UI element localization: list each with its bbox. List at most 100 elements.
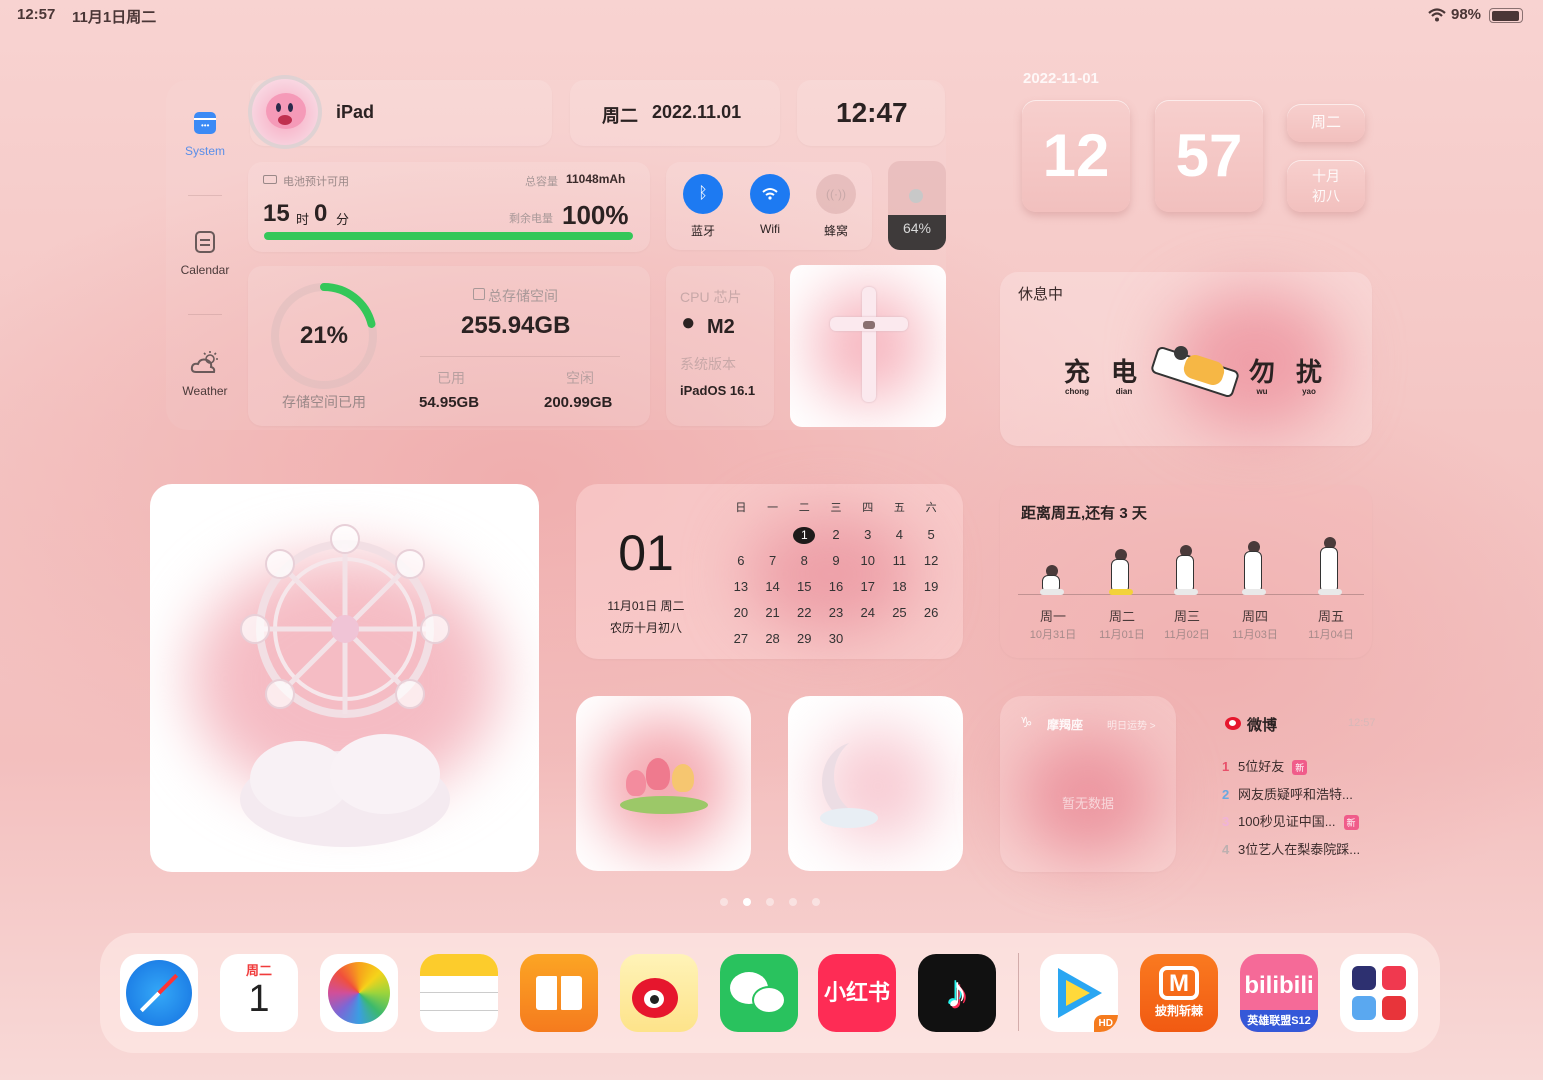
calendar-day[interactable]: 22 [788,604,820,621]
calendar-day[interactable]: 11 [884,552,916,569]
calendar-day[interactable]: 28 [757,630,789,647]
tulip-photo-widget[interactable] [576,696,751,871]
calendar-day[interactable]: 2 [820,526,852,543]
calendar-day[interactable]: 16 [820,578,852,595]
battery-remaining: 100% [562,200,629,230]
calendar-day[interactable]: 5 [915,526,947,543]
calendar-day[interactable]: 30 [820,630,852,647]
calendar-day[interactable]: 6 [725,552,757,569]
calendar-weekday-header: 二 [798,502,810,514]
brightness-slider[interactable]: 64% [888,161,946,250]
calendar-day[interactable]: 17 [852,578,884,595]
wifi-toggle[interactable] [750,174,790,214]
xiaohongshu-label: 小红书 [823,980,890,1005]
dock-app-weibo[interactable] [620,954,698,1032]
bluetooth-toggle[interactable]: ᛒ [683,174,723,214]
dock-app-tencent-video[interactable]: HD [1040,954,1118,1032]
cross-photo-widget[interactable] [790,265,946,427]
wifi-status-icon [1428,8,1446,22]
countdown-weekday: 周一 [1039,609,1066,624]
dock-app-mango-tv[interactable]: M 披荆斩棘 [1140,954,1218,1032]
weibo-hot-item[interactable]: 4 3位艺人在梨泰院踩... [1222,839,1360,858]
device-weekday: 周二 [602,106,638,126]
dock-app-notes[interactable] [420,954,498,1032]
calendar-day[interactable]: 18 [884,578,916,595]
moon-photo-widget[interactable] [788,696,963,871]
dock-app-folder[interactable] [1340,954,1418,1032]
calendar-weekday-header: 四 [862,502,874,514]
calendar-day[interactable]: 9 [820,552,852,569]
rest-char: 勿 [1248,357,1275,387]
calendar-day[interactable]: 29 [788,630,820,647]
calendar-day[interactable]: 25 [884,604,916,621]
page-dot[interactable] [789,898,797,906]
weibo-hot-item[interactable]: 1 5位好友新 [1222,756,1308,776]
dock-app-tiktok[interactable]: ♪ [918,954,996,1032]
flip-clock-hour: 12 [1022,100,1130,212]
weibo-hot-item[interactable]: 3 100秒见证中国... 新 [1222,811,1359,831]
cellular-icon: ((·)) [826,187,846,201]
page-dot[interactable] [743,898,751,906]
flip-clock-minute: 57 [1155,100,1263,212]
weibo-rank: 3 [1222,814,1230,829]
calendar-day[interactable]: 27 [725,630,757,647]
calendar-day[interactable]: 24 [852,604,884,621]
lunar-day: 初八 [1312,188,1340,204]
calendar-day[interactable]: 20 [725,604,757,621]
calendar-day[interactable]: 7 [757,552,789,569]
calendar-day[interactable]: 3 [852,526,884,543]
battery-capacity: 11048mAh [566,172,626,186]
dock-app-books[interactable] [520,954,598,1032]
rest-pinyin: wu [1256,387,1268,396]
sidebar-divider [188,195,222,196]
dock-app-calendar[interactable]: 周二 1 [220,954,298,1032]
sidebar-item-system[interactable]: ••• System [166,112,244,158]
battery-bar [264,232,633,240]
calendar-day[interactable]: 8 [788,552,820,569]
mango-tv-label: 披荆斩棘 [1154,1004,1203,1018]
calendar-day[interactable]: 10 [852,552,884,569]
calendar-day[interactable]: 19 [915,578,947,595]
countdown-figure-icon [1028,540,1078,595]
notes-icon [420,954,498,976]
page-indicator[interactable] [720,898,820,906]
dock-app-wechat[interactable] [720,954,798,1032]
calendar-day-today[interactable]: 1 [788,526,820,544]
calendar-day[interactable]: 21 [757,604,789,621]
sidebar-item-weather[interactable]: Weather [166,350,244,398]
device-name: iPad [336,102,375,122]
cellular-toggle[interactable]: ((·)) [816,174,856,214]
horoscope-tomorrow-link[interactable]: 明日运势 > [1107,717,1156,732]
rest-title: 休息中 [1018,286,1064,303]
storage-free: 200.99GB [544,394,613,411]
dock-app-bilibili[interactable]: bilibili 英雄联盟S12 [1240,954,1318,1032]
countdown-date: 11月02日 [1164,629,1210,641]
dock-divider [1018,953,1019,1031]
rest-pinyin: yao [1302,387,1316,396]
dock-app-safari[interactable] [120,954,198,1032]
calendar-day[interactable]: 14 [757,578,789,595]
weibo-rank: 4 [1222,842,1230,857]
sidebar-item-calendar[interactable]: Calendar [166,231,244,277]
calendar-day[interactable]: 13 [725,578,757,595]
sleeping-person-illustration [1149,340,1241,400]
page-dot[interactable] [720,898,728,906]
avatar[interactable] [248,75,322,149]
cellular-label: 蜂窝 [823,224,848,238]
new-badge: 新 [1292,760,1308,776]
battery-status-icon [1489,8,1523,23]
device-time: 12:47 [836,97,908,128]
calendar-day[interactable]: 26 [915,604,947,621]
ferris-wheel-photo-widget[interactable] [150,484,539,872]
calendar-day[interactable]: 4 [884,526,916,543]
calendar-day[interactable]: 23 [820,604,852,621]
storage-total-label: 总存储空间 [488,288,558,304]
calendar-day[interactable]: 15 [788,578,820,595]
calendar-day[interactable]: 12 [915,552,947,569]
dock-app-photos[interactable] [320,954,398,1032]
page-dot[interactable] [812,898,820,906]
weibo-hot-item[interactable]: 2 网友质疑呼和浩特... [1222,784,1353,803]
page-dot[interactable] [766,898,774,906]
dock-app-xiaohongshu[interactable]: 小红书 [818,954,896,1032]
calendar-empty-cell [725,526,757,543]
